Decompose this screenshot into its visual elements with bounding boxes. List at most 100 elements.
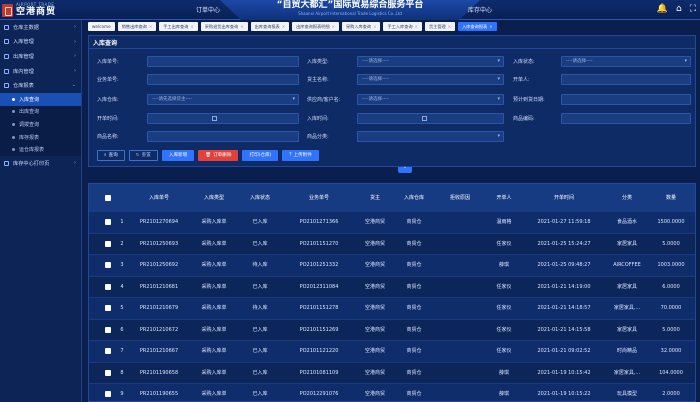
tab-outbound-report[interactable]: 出库查询报表 ×	[250, 22, 290, 31]
row-checkbox[interactable]	[105, 369, 111, 376]
bell-icon[interactable]: 🔔	[657, 3, 668, 15]
chevron-up-icon: ˄	[403, 167, 407, 173]
row-checkbox[interactable]	[105, 219, 111, 225]
sidebar-sub-stock-report[interactable]: 库存报表	[0, 130, 81, 144]
supplier-select[interactable]: ----请选择---- ▾	[357, 94, 504, 105]
select-all-checkbox[interactable]	[105, 195, 111, 201]
row-checkbox[interactable]	[105, 240, 111, 247]
table-row[interactable]: 9 PR2101190655 采购入库单 已入库 PO2012291076 空港商贸 商贸仓…	[89, 384, 695, 401]
close-icon[interactable]: ×	[373, 22, 376, 31]
reset-button[interactable]: ↻ 重置	[128, 150, 158, 161]
tab-inbound-report[interactable]: 入库查询报表 ×	[458, 22, 497, 31]
sidebar-item-inventory[interactable]: 库内管理 ›	[0, 64, 81, 79]
close-icon[interactable]: ×	[415, 22, 418, 31]
delete-order-button-label: 订单删除	[213, 153, 232, 158]
owner-name-select[interactable]: ----请选择---- ▾	[357, 74, 504, 85]
table-row[interactable]: 2 PR2101250693 采购入库单 已入库 PO2101151270 空港商贸 商贸仓…	[89, 233, 695, 255]
start-time-label: 开单时间:	[97, 116, 119, 122]
sidebar-sub-transfer-query[interactable]: 调拨查询	[0, 118, 81, 131]
row-checkbox[interactable]	[105, 283, 111, 290]
nav-order-center[interactable]: 订单中心	[196, 5, 220, 14]
cell-category: 家居家具	[616, 240, 637, 247]
owner-name-select-value: ----请选择----	[362, 77, 389, 82]
table-row[interactable]: 7 PR2101210667 采购入库单 已入库 PO2101121220 空港商贸 商贸仓…	[89, 341, 695, 363]
cell-opener: 任家仪	[496, 283, 512, 290]
tab-purchase-return[interactable]: 采购退货出库查询 ×	[200, 22, 248, 31]
table-row[interactable]: 4 PR2101210681 采购入库单 已入库 PO2012311084 空港商贸 商贸仓…	[89, 276, 695, 298]
sidebar-sub-inbound-query[interactable]: 入库查询	[0, 92, 81, 106]
query-button-label: 查询	[108, 153, 118, 158]
close-icon[interactable]: ×	[489, 22, 492, 31]
tab-manual-outbound[interactable]: 手工出库查询 ×	[159, 22, 198, 31]
tab-outbound-report-detail[interactable]: 出库查询报表明细 ×	[292, 22, 339, 31]
start-time-range[interactable]	[147, 113, 299, 124]
row-checkbox[interactable]	[105, 262, 111, 268]
print-warehouse-button[interactable]: 打印(仓库)	[242, 150, 279, 161]
cell-type: 采购入库单	[201, 391, 227, 397]
row-checkbox[interactable]	[105, 391, 111, 397]
cell-time: 2021-01-27 11:59:18	[537, 219, 591, 225]
upload-attachment-button[interactable]: ⤒ 上传附件	[282, 150, 319, 161]
table-row[interactable]: 1 PR2101270694 采购入库单 已入库 PO2101271366 空港商贸 商贸仓…	[89, 212, 695, 234]
product-name-input[interactable]	[147, 131, 299, 142]
home-icon[interactable]: ⌂	[676, 3, 682, 15]
sidebar-item-outbound[interactable]: 出库管理 ›	[0, 49, 81, 64]
sidebar-sub-outbound-query[interactable]: 出库查询	[0, 105, 81, 119]
table-row[interactable]: 8 PR2101190658 采购入库单 已入库 PO2101081109 空港商贸 商贸仓…	[89, 362, 695, 384]
expected-date-picker[interactable]	[561, 94, 691, 105]
table-row[interactable]: 6 PR2101210672 采购入库单 已入库 PO2101151269 空港商贸 商贸仓…	[89, 319, 695, 341]
table-row[interactable]: 5 PR2101210679 采购入库单 待入库 PO2101151278 空港商贸 商贸仓…	[89, 298, 695, 320]
row-checkbox[interactable]	[105, 326, 111, 333]
inbound-time-range[interactable]	[357, 113, 504, 124]
sidebar-item-warehouse-report[interactable]: 仓库报表 ⌄	[0, 78, 81, 93]
sidebar-item-inbound[interactable]: 入库管理 ›	[0, 35, 81, 50]
close-icon[interactable]: ×	[282, 22, 285, 31]
cell-opener: 温雨格	[496, 219, 512, 225]
tab-welcome[interactable]: welcome	[88, 22, 115, 31]
category-select[interactable]: ▾	[357, 131, 504, 142]
table-row[interactable]: 3 PR2101250692 采购入库单 待入库 PO2101251332 空港商贸 商贸仓…	[89, 255, 695, 277]
query-panel: 入库查询 入库单号: 业务单号: 入库仓库: ----请先选择货主---- ▾ …	[88, 35, 696, 167]
cell-status: 已入库	[252, 326, 268, 333]
cell-inbound-no: PR2101250693	[139, 240, 179, 247]
product-code-input[interactable]	[561, 113, 691, 124]
tab-manual-inbound[interactable]: 手工入库查询 ×	[383, 22, 422, 31]
opener-input[interactable]	[561, 74, 691, 85]
business-no-input[interactable]	[147, 74, 299, 85]
cell-owner: 空港商贸	[364, 305, 385, 311]
calendar-icon	[212, 116, 217, 121]
sidebar-item-print-page[interactable]: 库存中心打印页 ›	[0, 156, 81, 171]
cell-opener: 薛琪	[498, 369, 509, 376]
close-icon[interactable]: ×	[448, 22, 451, 31]
close-icon[interactable]: ×	[332, 22, 335, 31]
row-checkbox[interactable]	[105, 305, 111, 311]
col-header-business-no: 业务单号	[308, 195, 329, 201]
delete-order-button[interactable]: 🗑 订单删除	[198, 150, 239, 161]
tab-purchase-inbound[interactable]: 采购入库查询 ×	[341, 22, 381, 31]
close-icon[interactable]: ×	[190, 22, 193, 31]
cell-opener: 任家仪	[496, 348, 512, 354]
add-inbound-button[interactable]: 入库新增	[161, 150, 195, 161]
cell-no: 8	[120, 369, 124, 376]
tab-sales-outbound[interactable]: 销售出库查询 ×	[117, 22, 157, 31]
fullscreen-icon[interactable]: ⛶	[690, 3, 696, 15]
cell-owner: 空港商贸	[364, 240, 385, 247]
query-button[interactable]: ⌕ 查询	[97, 150, 125, 161]
close-icon[interactable]: ×	[240, 22, 243, 31]
nav-inventory-center[interactable]: 库存中心	[468, 5, 492, 14]
calendar-icon	[422, 116, 427, 121]
sidebar-item-warehouse-master[interactable]: 仓库主数据 ›	[0, 20, 81, 35]
tab-label: 货主管理	[428, 24, 446, 29]
collapse-panel-toggle[interactable]: ˄	[398, 167, 412, 173]
tab-owner-management[interactable]: 货主管理 ×	[424, 22, 456, 31]
inbound-no-input[interactable]	[147, 56, 299, 67]
inbound-type-select[interactable]: ----请选择---- ▾	[357, 56, 504, 67]
sidebar-sub-label: 入库查询	[19, 96, 40, 103]
warehouse-select[interactable]: ----请先选择货主---- ▾	[147, 94, 299, 105]
row-checkbox[interactable]	[105, 348, 111, 354]
cell-no: 1	[120, 219, 124, 225]
inbound-status-select[interactable]: ----请选择---- ▾	[561, 56, 691, 67]
sidebar-sub-shipping-report[interactable]: 运仓库报表	[0, 143, 81, 156]
chevron-right-icon: ›	[74, 67, 76, 74]
close-icon[interactable]: ×	[149, 22, 152, 31]
